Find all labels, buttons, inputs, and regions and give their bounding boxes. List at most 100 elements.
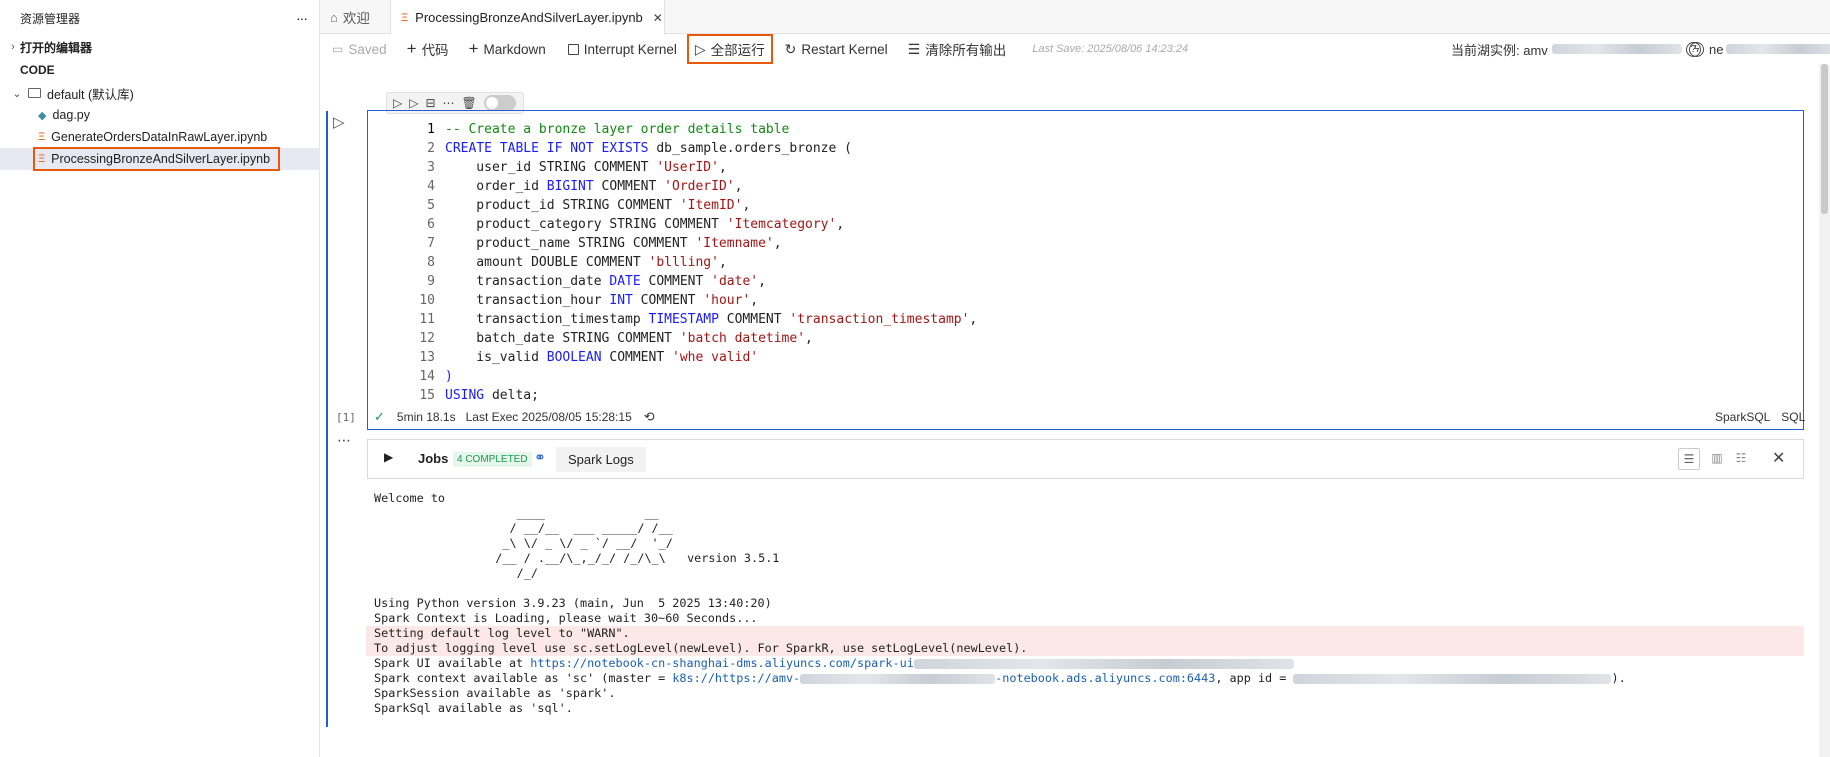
tab-welcome[interactable]: ⌂ 欢迎 (320, 0, 390, 34)
code-line[interactable]: user_id STRING COMMENT 'UserID', (445, 158, 726, 177)
redacted-value (1726, 44, 1830, 54)
notebook-file-icon: Ξ (401, 11, 409, 24)
stop-icon (567, 43, 579, 55)
code-line[interactable]: amount DOUBLE COMMENT 'bllling', (445, 253, 726, 272)
master-link[interactable]: -notebook.ads.aliyuncs.com:6443 (995, 671, 1215, 685)
scrollbar-thumb[interactable] (1821, 64, 1828, 214)
code-line[interactable]: order_id BIGINT COMMENT 'OrderID', (445, 177, 742, 196)
link-icon[interactable]: ⚭ (534, 449, 546, 466)
code-token: user_id STRING COMMENT (445, 160, 657, 175)
interrupt-label: Interrupt Kernel (583, 41, 677, 57)
run-above-icon[interactable]: ▷ (393, 96, 402, 110)
code-line[interactable]: transaction_date DATE COMMENT 'date', (445, 272, 766, 291)
file-item-generate[interactable]: Ξ GenerateOrdersDataInRawLayer.ipynb (0, 126, 320, 148)
code-token: DATE (609, 274, 641, 289)
spark-ui-link[interactable]: https://notebook-cn-shanghai-dms.aliyunc… (530, 656, 914, 670)
add-code-button[interactable]: + 代码 (401, 36, 455, 62)
output-warn-line: Setting default log level to "WARN". (374, 626, 630, 640)
scrollbar-track[interactable] (1819, 64, 1830, 757)
plus-icon: + (468, 39, 479, 58)
save-icon: ▭ (332, 42, 344, 56)
folder-default[interactable]: ⌄ default (默认库) (0, 82, 320, 104)
redacted-value (1551, 44, 1682, 54)
history-icon[interactable]: ⟲ (644, 409, 655, 425)
lake-instance-selector[interactable]: 当前湖实例: amv ? (1445, 36, 1707, 62)
code-line[interactable]: product_category STRING COMMENT 'Itemcat… (445, 215, 844, 234)
ascii-logo-line: /_/ (474, 566, 538, 580)
code-line[interactable]: ) (445, 367, 453, 386)
add-markdown-button[interactable]: + Markdown (463, 36, 552, 62)
file-item-dag[interactable]: ◆ dag.py (0, 104, 320, 126)
spark-logs-tab[interactable]: Spark Logs (556, 447, 646, 472)
restart-icon: ↻ (784, 40, 797, 57)
output-loading: Spark Context is Loading, please wait 30… (374, 611, 758, 625)
code-line[interactable]: batch_date STRING COMMENT 'batch datetim… (445, 329, 813, 348)
code-line[interactable]: USING delta; (445, 386, 539, 405)
saved-button[interactable]: ▭ Saved (326, 36, 393, 62)
play-icon: ▷ (694, 40, 706, 57)
text: Spark UI available at (374, 656, 531, 670)
tab-processing-notebook[interactable]: Ξ ProcessingBronzeAndSilverLayer.ipynb ✕ (390, 0, 665, 35)
code-token: ) (445, 369, 453, 384)
cell-toggle[interactable] (483, 95, 516, 111)
more-icon[interactable]: ··· (296, 10, 308, 26)
cell-status-bar: ✓ 5min 18.1s Last Exec 2025/08/05 15:28:… (374, 408, 655, 426)
output-python-version: Using Python version 3.9.23 (main, Jun 5… (374, 596, 772, 610)
interrupt-kernel-button[interactable]: Interrupt Kernel (562, 36, 683, 62)
file-item-processing[interactable]: Ξ ProcessingBronzeAndSilverLayer.ipynb (0, 147, 320, 171)
redacted-value (800, 673, 996, 684)
run-all-button[interactable]: ▷ 全部运行 (686, 34, 773, 64)
expand-triangle-icon[interactable]: ▶ (384, 450, 393, 464)
restart-kernel-button[interactable]: ↻ Restart Kernel (779, 36, 894, 62)
cell-language-indicator[interactable]: SparkSQL SQL (1715, 410, 1805, 424)
code-line[interactable]: is_valid BOOLEAN COMMENT 'whe valid' (445, 348, 758, 367)
saved-label: Saved (348, 41, 387, 57)
code-line[interactable]: product_name STRING COMMENT 'Itemname', (445, 234, 781, 253)
bar-chart-icon[interactable]: ▥ (1706, 448, 1728, 470)
close-icon[interactable]: ✕ (653, 11, 663, 25)
line-number: 6 (427, 217, 435, 232)
check-icon: ✓ (374, 409, 385, 424)
jobs-panel: ▶ Jobs 4 COMPLETED ⚭ Spark Logs ☰ ▥ ☷ ✕ (367, 439, 1804, 479)
master-link[interactable]: k8s://https://amv- (672, 671, 800, 685)
tab-label: ProcessingBronzeAndSilverLayer.ipynb (415, 10, 643, 25)
clear-outputs-button[interactable]: ☰ 清除所有输出 (902, 36, 1013, 62)
code-token: 'whe valid' (672, 350, 759, 365)
plus-icon: + (406, 39, 417, 58)
code-token: 'transaction_timestamp' (789, 312, 970, 327)
run-cell-icon[interactable]: ▷ (333, 113, 345, 131)
code-token: 'ItemID' (679, 198, 743, 213)
explorer-sidebar: 资源管理器 ··· › 打开的编辑器 CODE ⌄ default (默认库) … (0, 0, 320, 757)
output-more-icon[interactable]: ⋯ (337, 432, 352, 449)
cell-selection-bar (326, 111, 328, 727)
jobs-label[interactable]: Jobs (418, 451, 448, 466)
code-line[interactable]: -- Create a bronze layer order details t… (445, 120, 789, 139)
kernel-selector[interactable]: ϟ ne (1683, 36, 1830, 62)
timeline-icon[interactable]: ☷ (1730, 448, 1752, 470)
code-token: , (734, 179, 743, 194)
code-section[interactable]: CODE (0, 59, 320, 81)
clear-label: 清除所有输出 (925, 43, 1007, 58)
code-token: amount DOUBLE COMMENT (445, 255, 649, 270)
delete-icon[interactable]: 🗑 (462, 96, 477, 110)
list-view-icon[interactable]: ☰ (1678, 448, 1700, 470)
run-below-icon[interactable]: ▷ (409, 96, 418, 110)
folder-icon (28, 88, 41, 98)
chevron-down-icon: ⌄ (12, 87, 22, 100)
markdown-label: Markdown (483, 41, 546, 57)
lake-instance-label: 当前湖实例: amv (1451, 42, 1548, 58)
close-icon[interactable]: ✕ (1772, 448, 1785, 468)
chevron-right-icon: › (11, 41, 15, 53)
kernel-label: ne (1709, 41, 1724, 57)
code-token: , (805, 331, 813, 346)
code-line[interactable]: CREATE TABLE IF NOT EXISTS db_sample.ord… (445, 139, 852, 158)
open-editors-section[interactable]: › 打开的编辑器 (0, 36, 320, 58)
split-cell-icon[interactable]: ⊟ (425, 96, 435, 110)
output-spark-ui: Spark UI available at https://notebook-c… (374, 656, 1294, 671)
output-session: SparkSession available as 'spark'. (374, 686, 616, 700)
code-line[interactable]: transaction_timestamp TIMESTAMP COMMENT … (445, 310, 977, 329)
code-line[interactable]: product_id STRING COMMENT 'ItemID', (445, 196, 750, 215)
more-icon[interactable]: ⋯ (443, 96, 455, 110)
explorer-header: 资源管理器 ··· (0, 7, 320, 29)
code-line[interactable]: transaction_hour INT COMMENT 'hour', (445, 291, 758, 310)
